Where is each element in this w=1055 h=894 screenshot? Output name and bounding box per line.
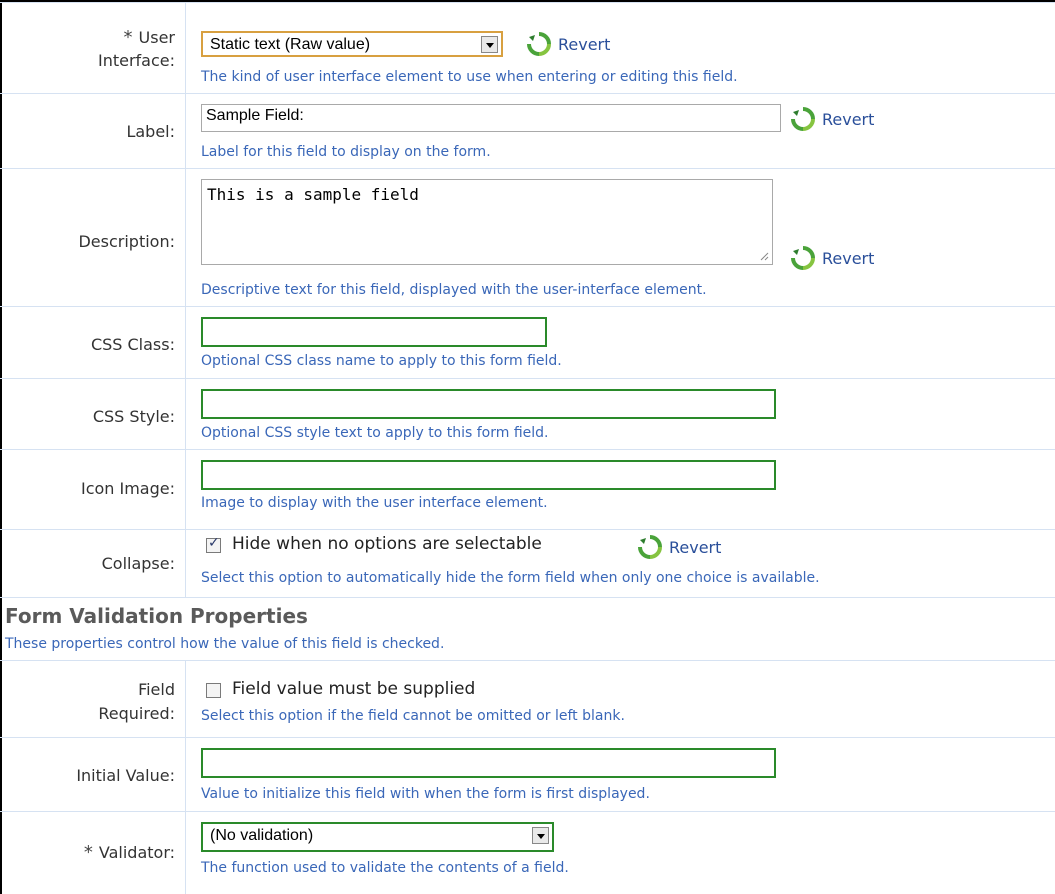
section-title: Form Validation Properties — [5, 604, 308, 628]
chevron-down-icon[interactable] — [481, 36, 498, 53]
row-divider — [185, 450, 186, 529]
row-field-required: Field Required: Field value must be supp… — [0, 661, 1055, 738]
user-interface-help: The kind of user interface element to us… — [201, 69, 738, 85]
css-class-help: Optional CSS class name to apply to this… — [201, 353, 562, 369]
validator-select[interactable]: (No validation) — [201, 822, 554, 852]
revert-icon — [638, 535, 662, 559]
row-collapse: Collapse: Hide when no options are selec… — [0, 530, 1055, 598]
css-class-input[interactable] — [201, 317, 547, 347]
row-divider — [185, 812, 186, 894]
label-help: Label for this field to display on the f… — [201, 144, 491, 160]
required-mark: * — [83, 842, 93, 863]
row-css-class: CSS Class: Optional CSS class name to ap… — [0, 307, 1055, 379]
collapse-revert-button[interactable]: Revert — [637, 534, 721, 560]
css-class-label: CSS Class: — [90, 335, 175, 354]
validator-help: The function used to validate the conten… — [201, 860, 569, 876]
row-divider — [185, 530, 186, 597]
field-required-checkbox[interactable] — [206, 683, 221, 698]
revert-icon — [791, 107, 815, 131]
row-divider — [185, 738, 186, 811]
user-interface-select[interactable]: Static text (Raw value) — [201, 31, 503, 57]
icon-image-input[interactable] — [201, 460, 776, 490]
description-textarea[interactable]: This is a sample field — [201, 179, 773, 265]
initial-value-help: Value to initialize this field with when… — [201, 786, 650, 802]
row-divider — [185, 307, 186, 378]
collapse-checkbox-label[interactable]: Hide when no options are selectable — [232, 534, 542, 554]
label-revert-button[interactable]: Revert — [790, 106, 874, 132]
collapse-help: Select this option to automatically hide… — [201, 570, 820, 586]
field-required-label: Field Required: — [98, 680, 175, 723]
row-divider — [185, 379, 186, 449]
collapse-checkbox[interactable] — [206, 535, 221, 553]
row-divider — [185, 94, 186, 168]
icon-image-label: Icon Image: — [80, 479, 175, 498]
row-description: Description: This is a sample field Reve… — [0, 169, 1055, 307]
field-required-checkbox-label[interactable]: Field value must be supplied — [232, 679, 475, 699]
field-required-help: Select this option if the field cannot b… — [201, 708, 625, 724]
description-revert-button[interactable]: Revert — [790, 245, 874, 271]
row-label: Label: Sample Field: Revert Label for th… — [0, 94, 1055, 169]
css-style-label: CSS Style: — [92, 407, 175, 426]
resize-grip-icon[interactable] — [759, 251, 769, 261]
label-label: Label: — [126, 122, 175, 141]
initial-value-label: Initial Value: — [76, 766, 175, 785]
description-help: Descriptive text for this field, display… — [201, 282, 707, 298]
chevron-down-icon[interactable] — [532, 827, 549, 844]
user-interface-revert-button[interactable]: Revert — [526, 31, 610, 57]
icon-image-help: Image to display with the user interface… — [201, 495, 548, 511]
collapse-label: Collapse: — [101, 554, 175, 573]
user-interface-label: * User Interface: — [97, 27, 175, 70]
css-style-help: Optional CSS style text to apply to this… — [201, 425, 549, 441]
row-divider — [185, 661, 186, 737]
row-divider — [185, 169, 186, 306]
revert-icon — [527, 32, 551, 56]
initial-value-input[interactable] — [201, 748, 776, 778]
section-help: These properties control how the value o… — [5, 636, 445, 652]
css-style-input[interactable] — [201, 389, 776, 419]
description-label: Description: — [78, 232, 175, 251]
row-divider — [185, 3, 186, 93]
required-mark: * — [123, 27, 133, 48]
row-validator: * Validator: (No validation) The function… — [0, 812, 1055, 894]
label-input[interactable]: Sample Field: — [201, 104, 781, 132]
revert-icon — [791, 246, 815, 270]
validator-label: * Validator: — [83, 842, 175, 863]
row-css-style: CSS Style: Optional CSS style text to ap… — [0, 379, 1055, 450]
row-user-interface: * User Interface: Static text (Raw value)… — [0, 2, 1055, 94]
row-initial-value: Initial Value: Value to initialize this … — [0, 738, 1055, 812]
row-icon-image: Icon Image: Image to display with the us… — [0, 450, 1055, 530]
